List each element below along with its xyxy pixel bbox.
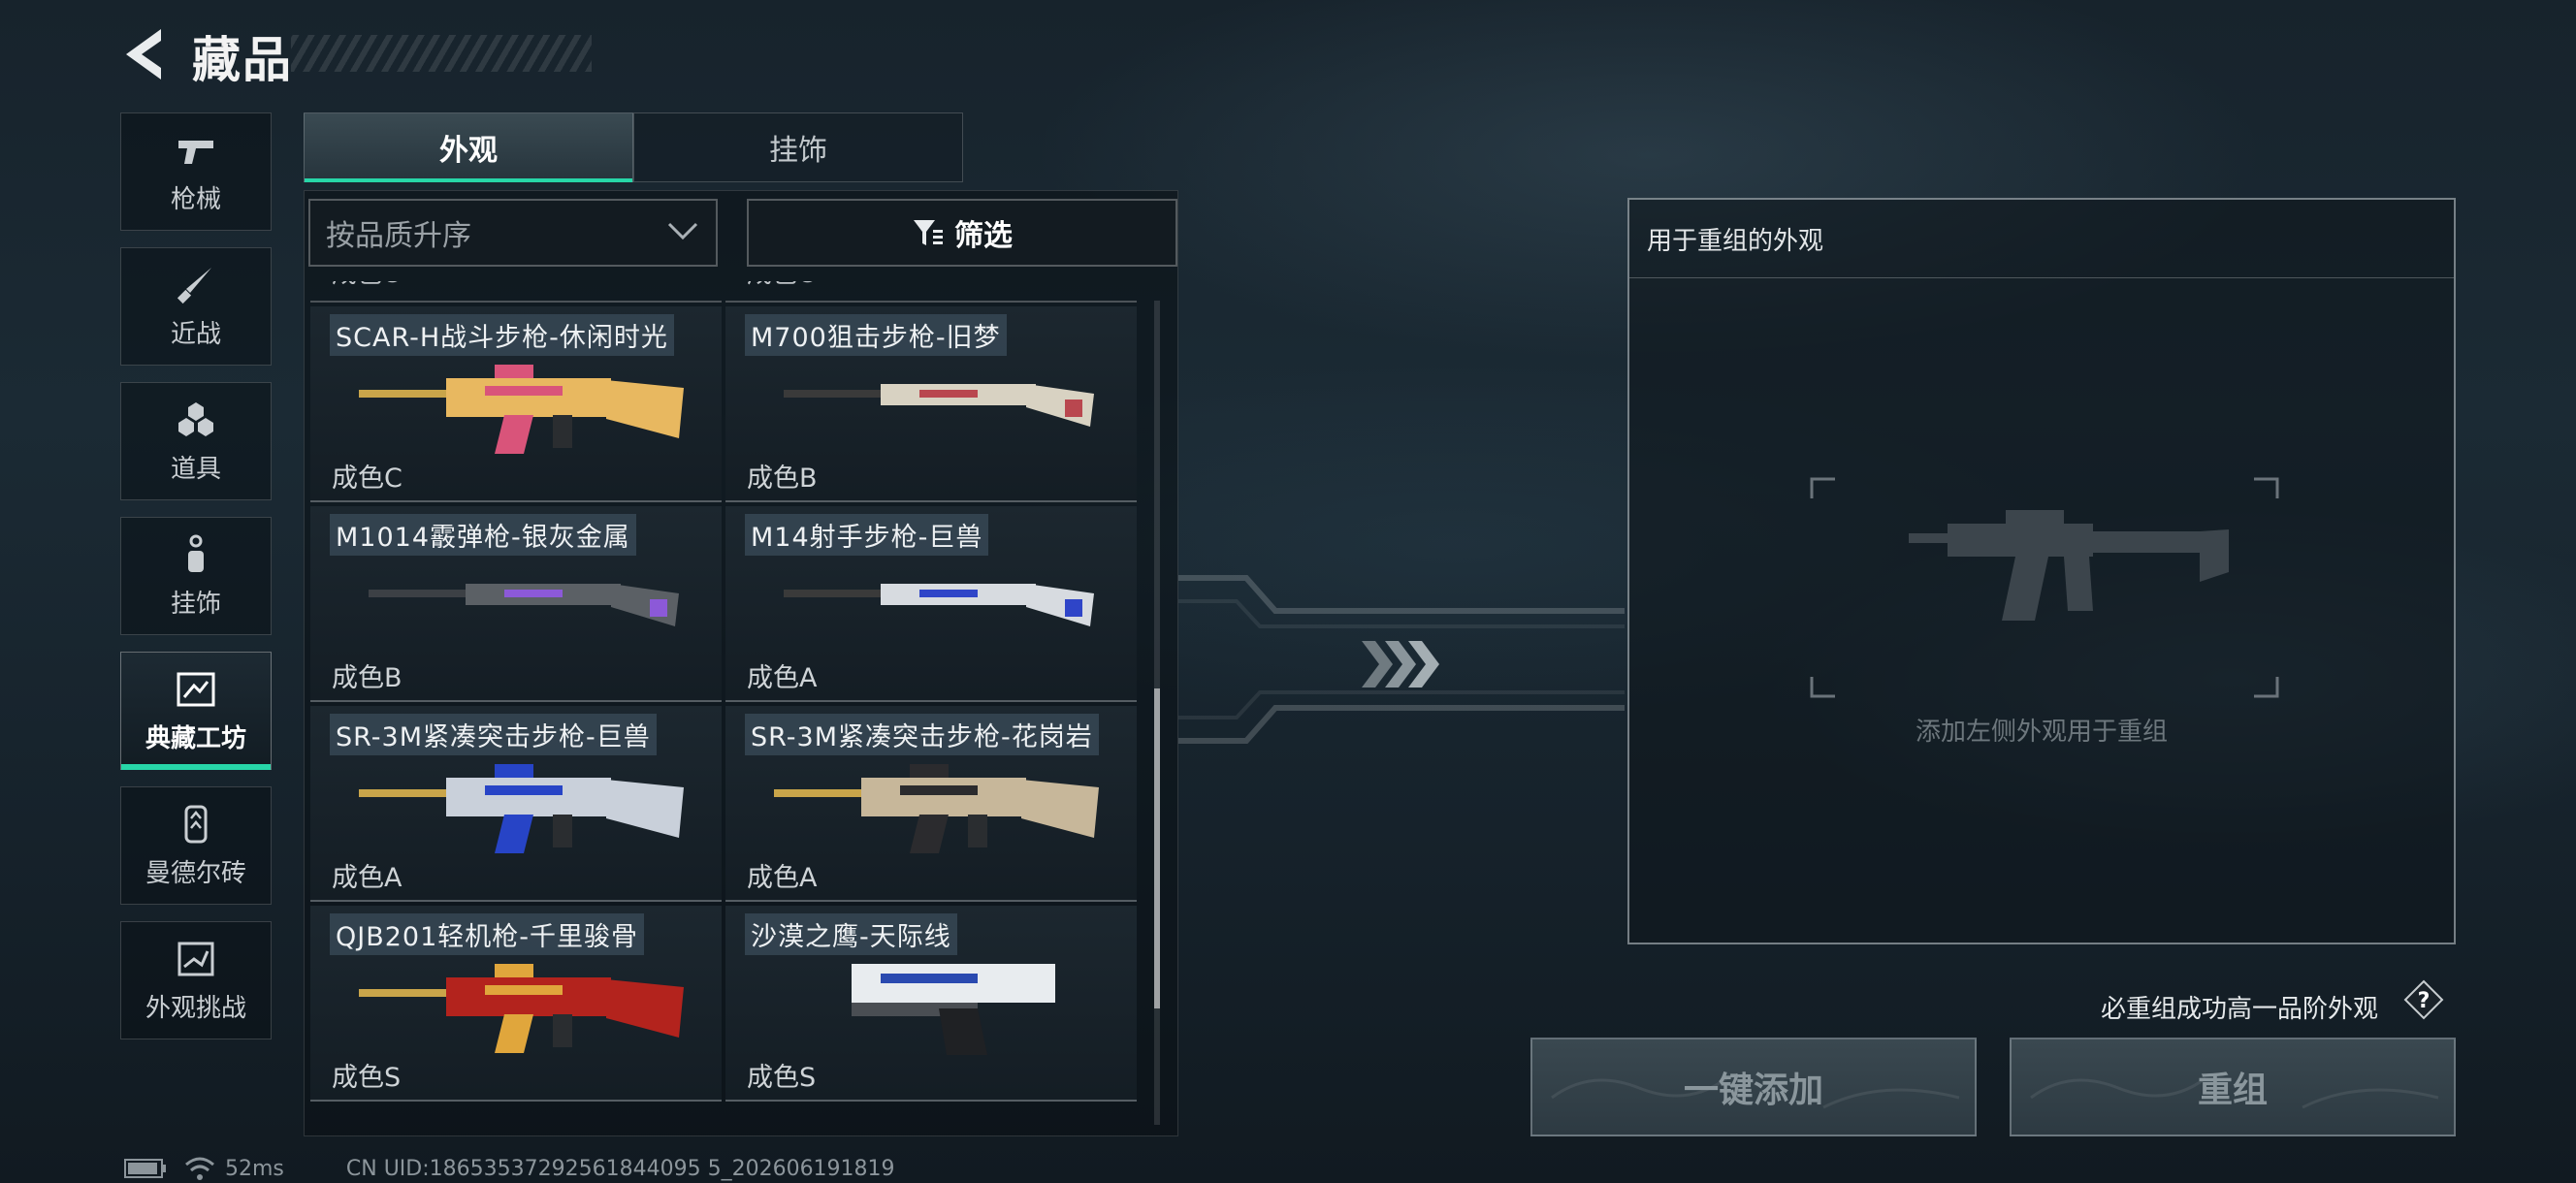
category-nav: 枪械 近战 道具 挂饰 典藏工坊 曼德尔砖 外观挑战 (120, 112, 272, 1056)
skin-card[interactable]: M14射手步枪-巨兽成色A (725, 506, 1137, 702)
weapon-pistol-icon (852, 964, 1055, 1055)
workshop-icon (177, 672, 215, 706)
grade-label: 成色B (332, 663, 402, 693)
skin-name: M700狙击步枪-旧梦 (745, 314, 1007, 356)
grade-label: 成色B (747, 464, 818, 494)
pistol-icon (178, 140, 213, 164)
skin-card[interactable]: SR-3M紧凑突击步枪-花岗岩成色A (725, 706, 1137, 902)
nav-item-workshop[interactable]: 典藏工坊 (120, 652, 272, 770)
rifle-silhouette-icon (1909, 510, 2229, 621)
reorg-panel: 用于重组的外观 添加左侧外观用于重组 (1627, 198, 2456, 944)
skin-name: SR-3M紧凑突击步枪-花岗岩 (745, 714, 1099, 755)
uid-text: CN UID:18653537292561844095 5_2026061918… (345, 1156, 895, 1181)
list-item-partial[interactable]: 成色C (310, 281, 722, 303)
subcategory-tabs: 外观 挂饰 (304, 112, 963, 182)
skin-card[interactable]: SR-3M紧凑突击步枪-巨兽成色A (310, 706, 722, 902)
list-item-partial[interactable]: 成色C (725, 281, 1137, 303)
status-bar: 52ms CN UID:18653537292561844095 5_20260… (124, 1154, 895, 1183)
skin-name: SCAR-H战斗步枪-休闲时光 (330, 314, 674, 356)
weapon-dmr-icon (784, 584, 1094, 626)
skin-name: 沙漠之鹰-天际线 (745, 913, 957, 955)
page-title: 藏品 (192, 32, 293, 88)
nav-item-label: 曼德尔砖 (145, 858, 246, 888)
charm-icon (188, 534, 204, 572)
add-all-label: 一键添加 (1683, 1071, 1823, 1110)
title-decoration (291, 35, 592, 72)
nav-item-items[interactable]: 道具 (120, 382, 272, 500)
tab-charms[interactable]: 挂饰 (633, 112, 963, 182)
skin-card[interactable]: QJB201轻机枪-千里骏骨成色S (310, 906, 722, 1102)
brick-icon (184, 805, 208, 843)
reorg-button[interactable]: 重组 (2010, 1038, 2456, 1136)
nav-item-label: 典藏工坊 (145, 723, 246, 753)
knife-icon (177, 267, 211, 304)
nav-item-skin-challenge[interactable]: 外观挑战 (120, 921, 272, 1039)
skin-grid: 成色C 成色C SCAR-H战斗步枪-休闲时光成色C M700狙击步枪-旧 (310, 281, 1144, 1121)
grade-label: 成色C (747, 281, 815, 290)
weapon-shotgun-icon (369, 584, 679, 626)
nav-item-label: 外观挑战 (145, 993, 246, 1023)
skin-name: QJB201轻机枪-千里骏骨 (330, 913, 645, 955)
weapon-lmg-icon (359, 964, 684, 1053)
nav-item-label: 枪械 (170, 184, 221, 214)
grade-label: 成色A (747, 863, 818, 893)
skin-name: SR-3M紧凑突击步枪-巨兽 (330, 714, 657, 755)
guarantee-text: 必重组成功高一品阶外观 (2101, 995, 2379, 1024)
skin-card[interactable]: 沙漠之鹰-天际线成色S (725, 906, 1137, 1102)
reorg-label: 重组 (2197, 1071, 2268, 1110)
chevron-down-icon (667, 222, 698, 240)
list-scrollbar[interactable] (1154, 301, 1160, 1125)
tab-skins[interactable]: 外观 (304, 112, 633, 182)
filter-button[interactable]: 筛选 (747, 199, 1177, 267)
sort-dropdown[interactable]: 按品质升序 (308, 199, 718, 267)
skin-card[interactable]: M700狙击步枪-旧梦成色B (725, 306, 1137, 502)
reorg-slot[interactable] (1773, 475, 2316, 700)
grenade-icon (178, 401, 213, 436)
skin-name: M14射手步枪-巨兽 (745, 514, 989, 556)
help-icon[interactable]: ? (2403, 979, 2444, 1020)
filter-icon (914, 220, 943, 245)
reorg-placeholder-text: 添加左侧外观用于重组 (1915, 718, 2168, 747)
grade-label: 成色C (332, 464, 402, 494)
battery-icon (124, 1159, 166, 1178)
wifi-icon (185, 1157, 214, 1180)
nav-item-label: 挂饰 (170, 589, 221, 619)
add-all-button[interactable]: 一键添加 (1530, 1038, 1977, 1136)
chevrons-right-icon (1362, 641, 1439, 687)
weapon-sniper-icon (784, 384, 1094, 427)
grade-label: 成色C (332, 281, 400, 290)
grade-label: 成色A (747, 663, 818, 693)
grade-label: 成色A (332, 863, 402, 893)
skin-name: M1014霰弹枪-银灰金属 (330, 514, 636, 556)
scrollbar-thumb[interactable] (1154, 688, 1160, 1008)
filter-label: 筛选 (954, 219, 1013, 253)
nav-item-mandel-brick[interactable]: 曼德尔砖 (120, 786, 272, 905)
nav-item-label: 近战 (170, 319, 221, 349)
reorg-panel-title: 用于重组的外观 (1629, 200, 2454, 278)
weapon-smg-icon (774, 764, 1099, 853)
challenge-icon (177, 942, 214, 975)
weapon-smg-icon (359, 764, 684, 853)
svg-text:?: ? (2418, 989, 2431, 1013)
nav-item-label: 道具 (170, 454, 221, 484)
weapon-rifle-icon (359, 365, 684, 454)
nav-item-guns[interactable]: 枪械 (120, 112, 272, 231)
nav-item-melee[interactable]: 近战 (120, 247, 272, 366)
skin-card[interactable]: SCAR-H战斗步枪-休闲时光成色C (310, 306, 722, 502)
back-arrow-icon[interactable] (120, 25, 169, 83)
skin-card[interactable]: M1014霰弹枪-银灰金属成色B (310, 506, 722, 702)
grade-label: 成色S (332, 1063, 402, 1093)
sort-value: 按品质升序 (326, 219, 471, 253)
nav-item-charms[interactable]: 挂饰 (120, 517, 272, 635)
grade-label: 成色S (747, 1063, 817, 1093)
ping-value: 52ms (225, 1156, 284, 1181)
